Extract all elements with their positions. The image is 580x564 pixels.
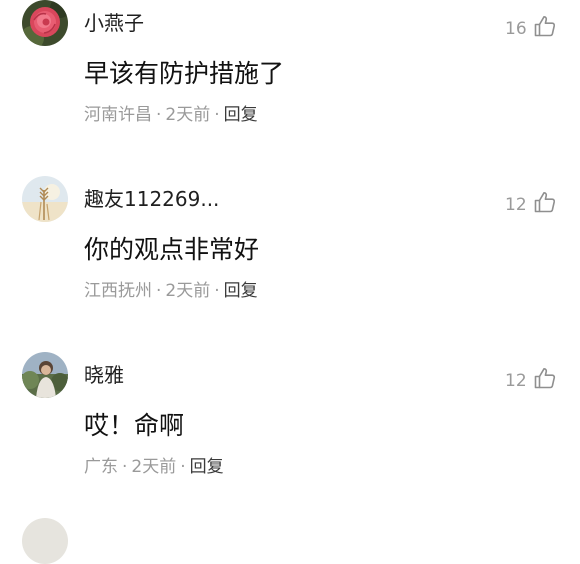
like-count: 12 <box>505 371 527 391</box>
location: 江西抚州 <box>84 281 152 301</box>
reply-button[interactable]: 回复 <box>224 105 258 125</box>
wheat-photo-avatar <box>22 176 68 222</box>
comment-text: 你的观点非常好 <box>84 235 260 264</box>
separator-dot: · <box>156 281 162 301</box>
comment-meta: 河南许昌 · 2天前 · 回复 <box>84 103 258 127</box>
timestamp: 2天前 <box>165 105 211 125</box>
comment-text: 早该有防护措施了 <box>84 59 285 88</box>
username[interactable]: 晓雅 <box>84 362 124 388</box>
comment-meta: 江西抚州 · 2天前 · 回复 <box>84 279 258 303</box>
like-button[interactable]: 16 <box>505 12 557 40</box>
like-count: 12 <box>505 195 527 215</box>
avatar[interactable] <box>22 0 68 46</box>
rose-photo-avatar <box>22 0 68 46</box>
avatar[interactable] <box>22 176 68 222</box>
like-button[interactable]: 12 <box>505 188 557 216</box>
separator-dot: · <box>180 457 186 477</box>
like-count: 16 <box>505 19 527 39</box>
timestamp: 2天前 <box>131 457 177 477</box>
location: 广东 <box>84 457 118 477</box>
separator-dot: · <box>214 281 220 301</box>
thumbs-up-icon <box>534 192 555 213</box>
comment-item: 趣友112269... 你的观点非常好 江西抚州 · 2天前 · 回复 12 <box>0 176 580 352</box>
thumbs-up-icon <box>534 16 555 37</box>
location: 河南许昌 <box>84 105 152 125</box>
separator-dot: · <box>122 457 128 477</box>
comment-text: 哎！命啊 <box>84 411 185 440</box>
username[interactable]: 趣友112269... <box>84 186 219 212</box>
separator-dot: · <box>156 105 162 125</box>
thumbs-up-icon <box>534 368 555 389</box>
comment-item: 晓雅 哎！命啊 广东 · 2天前 · 回复 12 <box>0 352 580 528</box>
avatar[interactable] <box>22 518 68 564</box>
comment-meta: 广东 · 2天前 · 回复 <box>84 455 224 479</box>
portrait-photo-avatar <box>22 352 68 398</box>
reply-button[interactable]: 回复 <box>224 281 258 301</box>
like-button[interactable]: 12 <box>505 364 557 392</box>
avatar[interactable] <box>22 352 68 398</box>
separator-dot: · <box>214 105 220 125</box>
comment-item: 小燕子 早该有防护措施了 河南许昌 · 2天前 · 回复 16 <box>0 0 580 176</box>
timestamp: 2天前 <box>165 281 211 301</box>
reply-button[interactable]: 回复 <box>190 457 224 477</box>
username[interactable]: 小燕子 <box>84 10 144 36</box>
